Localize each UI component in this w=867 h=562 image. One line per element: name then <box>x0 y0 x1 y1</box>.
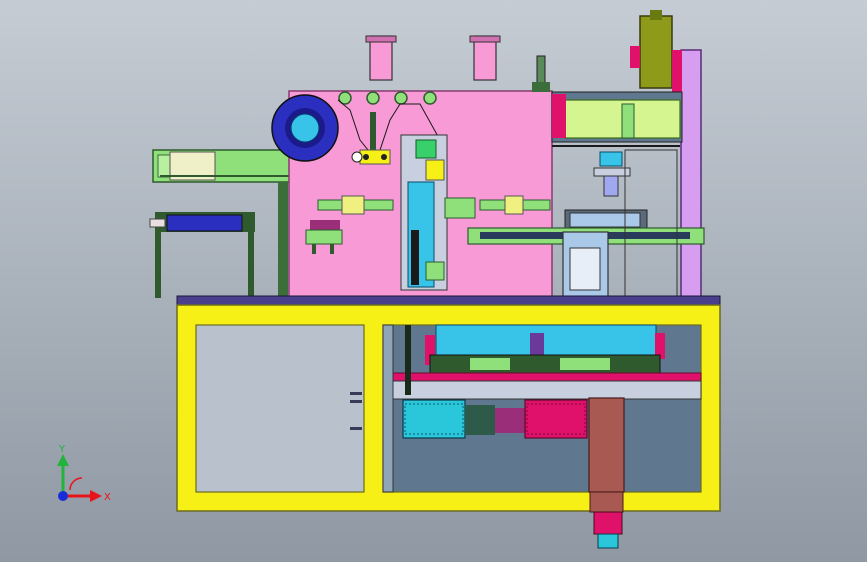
bracket-tick-2 <box>350 400 362 403</box>
cylinder-clamp-right <box>504 195 524 215</box>
follower-1 <box>470 358 510 370</box>
x-axis-label: X <box>104 492 111 503</box>
top-motors <box>365 35 550 92</box>
guide-roller-2 <box>366 91 380 105</box>
dancer-bolt-2 <box>381 154 387 160</box>
cad-viewport[interactable]: Y X <box>0 0 867 562</box>
dancer-bolt-1 <box>363 154 369 160</box>
coordinate-triad: Y X <box>57 444 111 503</box>
clamp-head <box>310 220 340 230</box>
pick-head <box>599 151 623 167</box>
guide-roller-4 <box>423 91 437 105</box>
y-axis-label: Y <box>58 444 66 455</box>
film-roll-core <box>290 113 320 143</box>
main-pink-panel <box>271 90 553 299</box>
bracket-tick-3 <box>350 427 362 430</box>
sensor-post <box>536 55 546 87</box>
dancer-pin <box>351 151 363 163</box>
cylinder-sensor <box>630 46 640 68</box>
stand-leg-left <box>155 232 161 298</box>
rotation-arc <box>69 477 83 491</box>
panel-support-post <box>278 182 288 298</box>
gearbox-left <box>465 405 495 435</box>
servo-motor-2 <box>473 35 497 81</box>
cylinder-clamp-left <box>341 195 365 215</box>
cylinder-top-fitting <box>650 10 662 20</box>
slide-bottom-block <box>425 261 445 281</box>
actuator-end-cap <box>552 94 566 138</box>
clamp-finger-2 <box>330 244 334 254</box>
clamp-finger-1 <box>312 244 316 254</box>
machine-assembly-drawing: Y X <box>57 10 721 549</box>
z-axis-origin <box>58 491 68 501</box>
bottom-actuator <box>593 511 623 535</box>
lavender-column <box>680 49 702 299</box>
drive-motor-magenta <box>524 399 588 439</box>
cam-follower-row <box>429 354 661 374</box>
vertical-cylinder <box>639 15 673 89</box>
servo-motor-1-cap <box>365 35 397 43</box>
lower-roller <box>166 214 243 232</box>
servo-motor-2-cap <box>469 35 501 43</box>
cam-shaft-housing <box>435 324 657 356</box>
nozzle-plate-top <box>569 212 641 228</box>
y-axis-arrowhead <box>57 454 69 466</box>
lift-block-window <box>569 247 601 291</box>
vertical-rod-left <box>405 325 411 395</box>
slide-yellow-block <box>425 159 445 181</box>
roller-shaft <box>149 218 166 228</box>
brown-drive-block <box>588 397 625 493</box>
slide-rail <box>411 230 419 285</box>
frame-opening-left <box>195 324 365 493</box>
drive-motor-cyan <box>402 399 466 439</box>
actuator-carriage <box>621 103 635 139</box>
follower-2 <box>560 358 610 370</box>
clamp-jaw <box>305 229 343 245</box>
drive-plate <box>382 372 702 382</box>
bottom-actuator-tip <box>597 533 619 549</box>
bracket-tick-1 <box>350 392 362 395</box>
sensor-base <box>532 82 550 92</box>
motor-mount-plate <box>382 380 702 400</box>
frame-divider-rail <box>382 324 394 493</box>
left-conveyor <box>149 149 294 298</box>
brown-block-lower <box>589 491 624 513</box>
slide-motor-green <box>415 139 437 159</box>
x-axis-arrowhead <box>90 490 102 502</box>
stand-leg-right <box>248 216 254 298</box>
pick-shaft <box>603 175 619 197</box>
gripper-block <box>444 197 476 219</box>
guide-roller-3 <box>394 91 408 105</box>
servo-motor-1 <box>369 35 393 81</box>
coupling <box>495 408 525 433</box>
